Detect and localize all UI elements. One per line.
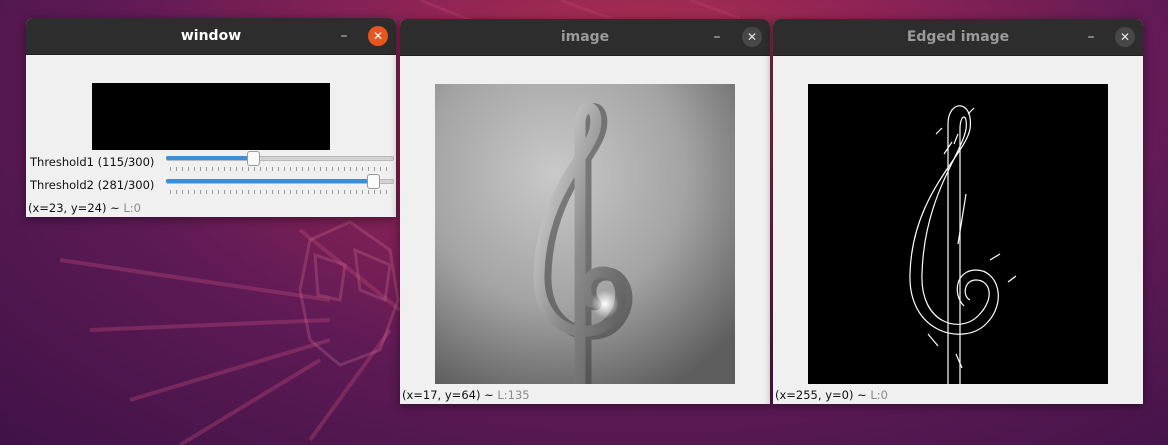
treble-clef-photo <box>435 84 735 384</box>
close-icon[interactable]: ✕ <box>742 27 762 47</box>
close-icon[interactable]: ✕ <box>1115 27 1135 47</box>
edge-detected-image <box>808 84 1108 384</box>
control-preview-image <box>92 83 330 150</box>
control-window[interactable]: window – ✕ Threshold1 (115/300) Threshol… <box>26 18 396 217</box>
threshold2-label: Threshold2 (281/300) <box>30 178 155 192</box>
image-status-level: L:135 <box>497 388 530 402</box>
threshold1-slider[interactable] <box>164 151 394 176</box>
image-status-bar: (x=17, y=64) ~ L:135 <box>402 388 530 402</box>
image-window-titlebar[interactable]: image – ✕ <box>400 19 770 56</box>
threshold1-handle[interactable] <box>247 151 260 166</box>
edged-window-titlebar[interactable]: Edged image – ✕ <box>773 19 1143 56</box>
threshold2-slider[interactable] <box>164 174 394 199</box>
edged-image-window[interactable]: Edged image – ✕ (x=255, y=0) ~ L:0 <box>773 19 1143 404</box>
edged-status-bar: (x=255, y=0) ~ L:0 <box>775 388 888 402</box>
control-status-bar: (x=23, y=24) ~ L:0 <box>28 201 141 215</box>
image-status-coords: (x=17, y=64) ~ <box>402 388 498 402</box>
control-status-level: L:0 <box>123 201 141 215</box>
threshold1-ticks <box>170 167 392 171</box>
threshold2-ticks <box>170 190 392 194</box>
close-icon[interactable]: ✕ <box>368 26 388 46</box>
image-window[interactable]: image – ✕ (x=17, y=64) ~ L:135 <box>400 19 770 404</box>
edged-status-coords: (x=255, y=0) ~ <box>775 388 871 402</box>
threshold2-handle[interactable] <box>367 174 380 189</box>
threshold2-fill <box>166 179 373 183</box>
minimize-icon[interactable]: – <box>1082 28 1100 46</box>
control-status-coords: (x=23, y=24) ~ <box>28 201 124 215</box>
control-window-titlebar[interactable]: window – ✕ <box>26 18 396 55</box>
minimize-icon[interactable]: – <box>708 28 726 46</box>
threshold1-label: Threshold1 (115/300) <box>30 155 155 169</box>
minimize-icon[interactable]: – <box>335 27 353 45</box>
threshold1-fill <box>166 156 253 160</box>
edged-status-level: L:0 <box>870 388 888 402</box>
